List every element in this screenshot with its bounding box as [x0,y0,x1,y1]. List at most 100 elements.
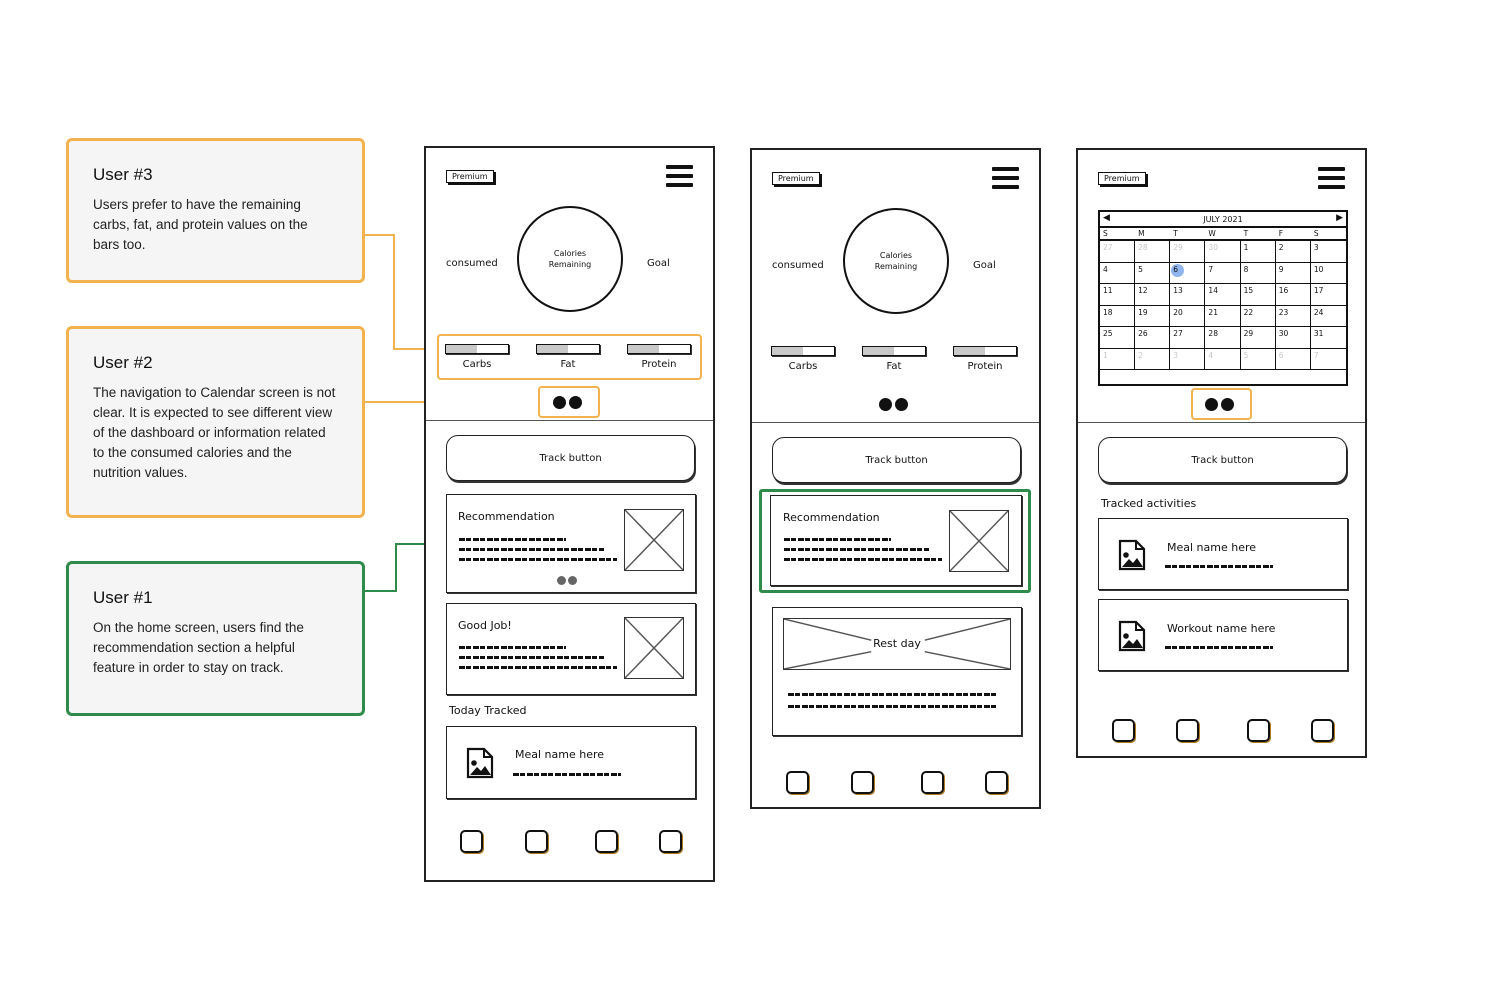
annotation-user-2: User #2 The navigation to Calendar scree… [66,326,365,518]
nav-tab-icon[interactable] [1112,719,1135,742]
nav-tab-icon[interactable] [921,771,944,794]
calendar-day[interactable]: 27 [1100,241,1136,263]
calendar-day[interactable]: 16 [1275,284,1311,306]
track-button[interactable]: Track button [446,435,695,481]
divider [1078,422,1365,423]
calendar-day[interactable]: 26 [1135,327,1171,349]
calendar-day[interactable]: 3 [1170,348,1206,370]
calendar-day[interactable]: 15 [1240,284,1276,306]
next-month-icon[interactable]: ▶ [1336,213,1343,223]
calendar-day[interactable]: 20 [1170,305,1206,327]
calendar-grid: 27 28 29 30 1 2 3 4 5 6 7 8 9 10 11 12 13 14 15 16 17 18 19 20 2… [1100,241,1346,370]
image-placeholder-icon [624,617,684,679]
calendar-day[interactable]: 11 [1100,284,1136,306]
nav-tab-icon[interactable] [525,830,548,853]
nav-tab-icon[interactable] [1176,719,1199,742]
calendar-day[interactable]: 14 [1205,284,1241,306]
calendar-day[interactable]: 12 [1135,284,1171,306]
nav-tab-icon[interactable] [659,830,682,853]
calendar-day[interactable]: 21 [1205,305,1241,327]
calendar-day[interactable]: 27 [1170,327,1206,349]
carousel-dots[interactable] [557,576,577,585]
highlight-page-dots [538,386,600,418]
calendar-day[interactable]: 29 [1240,327,1276,349]
calendar-day[interactable]: 8 [1240,262,1276,284]
image-file-icon [1118,620,1146,652]
workout-item[interactable]: Workout name here [1098,599,1348,671]
prev-month-icon[interactable]: ◀ [1103,213,1110,223]
good-job-card[interactable]: Good Job! [446,603,696,695]
calendar-day[interactable]: 28 [1135,241,1171,263]
calendar-day[interactable]: 28 [1205,327,1241,349]
highlight-macros [437,334,702,380]
calendar-day[interactable]: 22 [1240,305,1276,327]
nav-tab-icon[interactable] [786,771,809,794]
nav-tab-icon[interactable] [460,830,483,853]
weekday-label: S [1103,229,1108,238]
text-placeholder [513,773,621,776]
divider [426,420,713,421]
recommendation-card[interactable]: Recommendation [770,495,1022,586]
calendar-day[interactable]: 4 [1205,348,1241,370]
nav-tab-icon[interactable] [595,830,618,853]
premium-badge[interactable]: Premium [1098,172,1146,185]
weekday-label: F [1278,229,1284,238]
hamburger-icon[interactable] [1318,167,1345,189]
premium-badge[interactable]: Premium [772,172,820,185]
calendar-day[interactable]: 9 [1275,262,1311,284]
fat-label: Fat [886,361,902,372]
calendar-day[interactable]: 23 [1275,305,1311,327]
meal-item[interactable]: Meal name here [446,726,696,799]
divider [752,422,1039,423]
calendar-day[interactable]: 10 [1310,263,1346,284]
calendar-day[interactable]: 6 [1275,348,1311,370]
nav-tab-icon[interactable] [1247,719,1270,742]
wireframe-home-screen-variant: Premium consumed Calories Remaining Goal… [750,148,1041,809]
calendar-day[interactable]: 1 [1100,348,1136,370]
rest-day-card[interactable]: Rest day [772,607,1022,736]
text-placeholder [459,538,566,541]
calendar-day[interactable]: 19 [1135,305,1171,327]
nav-tab-icon[interactable] [851,771,874,794]
text-placeholder [784,548,929,551]
track-button[interactable]: Track button [1098,437,1347,483]
calendar-day[interactable]: 2 [1275,241,1311,263]
premium-badge[interactable]: Premium [446,170,494,183]
calendar-day[interactable]: 18 [1100,305,1136,327]
connector-user-1 [365,590,397,592]
calories-ring: Calories Remaining [843,208,949,314]
calendar-day[interactable]: 3 [1310,241,1346,263]
calendar-day[interactable]: 25 [1100,327,1136,349]
calendar-day[interactable]: 29 [1170,241,1206,263]
track-button[interactable]: Track button [772,437,1021,483]
hamburger-icon[interactable] [992,167,1019,189]
calendar-day[interactable]: 31 [1310,327,1346,349]
nav-tab-icon[interactable] [985,771,1008,794]
fat-bar-fill [863,347,894,355]
weekday-label: M [1138,229,1145,238]
page-indicator-dots[interactable] [879,398,908,411]
calendar-day[interactable]: 4 [1100,262,1136,284]
calendar-day[interactable]: 24 [1310,306,1346,327]
weekday-label: T [1243,229,1249,238]
calendar-day[interactable]: 7 [1310,349,1346,370]
hamburger-icon[interactable] [666,165,693,187]
calendar-day[interactable]: 13 [1170,284,1206,306]
calendar-day[interactable]: 5 [1240,348,1276,370]
protein-bar [953,346,1017,356]
calendar-day[interactable]: 7 [1205,262,1241,284]
calendar-day[interactable]: 2 [1135,348,1171,370]
recommendation-card[interactable]: Recommendation [446,494,696,593]
annotation-body: On the home screen, users find the recom… [93,620,304,675]
calendar-day-selected[interactable]: 6 [1170,262,1206,284]
highlight-page-dots [1191,388,1252,420]
meal-item[interactable]: Meal name here [1098,518,1348,590]
calendar-day[interactable]: 30 [1275,327,1311,349]
calendar-day[interactable]: 30 [1205,241,1241,263]
nav-tab-icon[interactable] [1311,719,1334,742]
calendar-day[interactable]: 17 [1310,284,1346,306]
calendar-day[interactable]: 5 [1135,262,1171,284]
calendar-day[interactable]: 1 [1240,241,1276,263]
goal-label: Goal [973,260,996,271]
goal-label: Goal [647,258,670,269]
